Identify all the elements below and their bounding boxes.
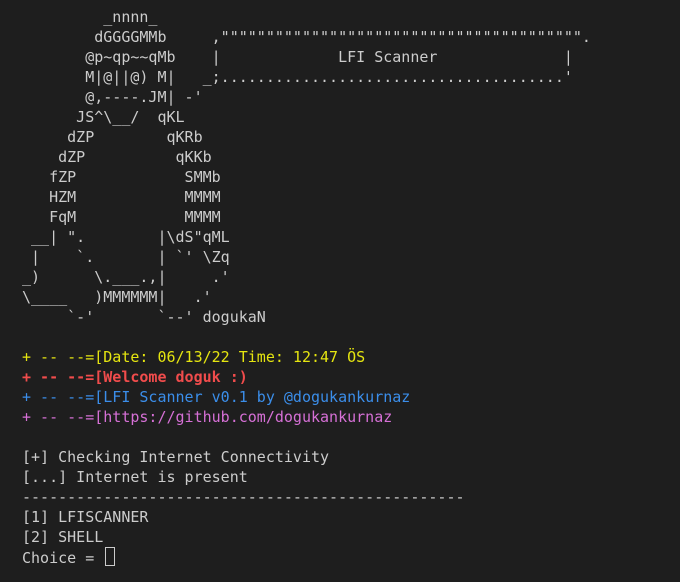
status-present-line: [...] Internet is present xyxy=(22,468,248,486)
menu-option-lfiscanner: [1] LFISCANNER xyxy=(22,508,149,526)
banner-github-line: + -- --=[https://github.com/dogukankurna… xyxy=(22,408,393,426)
separator-line: ----------------------------------------… xyxy=(22,488,465,506)
ascii-art-line: `-' `--' dogukaN xyxy=(22,308,266,326)
ascii-art-line: _nnnn_ xyxy=(22,8,158,26)
banner-version-line: + -- --=[LFI Scanner v0.1 by @dogukankur… xyxy=(22,388,411,406)
ascii-art-line: HZM MMMM xyxy=(22,188,221,206)
ascii-art-line: dZP qKRb xyxy=(22,128,203,146)
terminal-cursor[interactable] xyxy=(105,547,116,566)
ascii-art-line: _) \.___.,| .' xyxy=(22,268,230,286)
ascii-art-line: @p~qp~~qMb | LFI Scanner | xyxy=(22,48,573,66)
ascii-art-line: JS^\__/ qKL xyxy=(22,108,185,126)
ascii-art-line: \____ )MMMMMM| .' xyxy=(22,288,212,306)
choice-prompt-line[interactable]: Choice = xyxy=(22,547,116,567)
banner-date-line: + -- --=[Date: 06/13/22 Time: 12:47 ÖS xyxy=(22,348,366,366)
status-checking-line: [+] Checking Internet Connectivity xyxy=(22,448,330,466)
ascii-art-line: @,----.JM| -' xyxy=(22,88,203,106)
ascii-art-line: M|@||@) M| _;...........................… xyxy=(22,68,573,86)
ascii-art-line: __| ". |\dS"qML xyxy=(22,228,230,246)
banner-welcome-line: + -- --=[Welcome doguk :) xyxy=(22,368,248,386)
ascii-art-line: dGGGGMMb ,""""""""""""""""""""""""""""""… xyxy=(22,28,591,46)
menu-option-shell: [2] SHELL xyxy=(22,528,104,546)
ascii-art-line: | `. | `' \Zq xyxy=(22,248,230,266)
ascii-art-line: dZP qKKb xyxy=(22,148,212,166)
ascii-art-line: FqM MMMM xyxy=(22,208,221,226)
ascii-art-line: fZP SMMb xyxy=(22,168,221,186)
choice-prompt-label: Choice = xyxy=(22,549,104,567)
